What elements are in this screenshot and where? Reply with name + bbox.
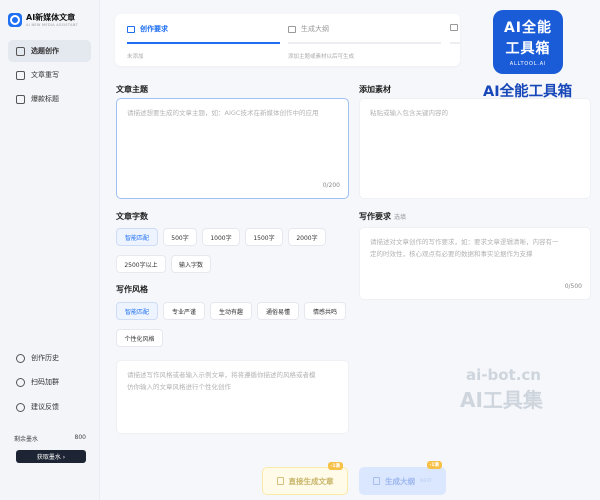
get-ink-button[interactable]: 获取墨水 › [16, 450, 86, 463]
step-progress-active [127, 42, 280, 44]
sidebar-item-label: 创作历史 [31, 354, 59, 362]
watermark-site-name: AI工具集 [460, 388, 543, 412]
direct-generate-label: 直接生成文章 [288, 476, 334, 486]
sidebar-item-topic-creation[interactable]: 选题创作 [8, 40, 91, 62]
title-icon [16, 94, 25, 104]
wordcount-option-2500plus[interactable]: 2500字以上 [116, 255, 166, 273]
cost-badge: -1滴 [327, 462, 343, 470]
style-option-plain[interactable]: 通俗易懂 [257, 302, 299, 320]
style-placeholder: 请描述写作风格或者输入示例文章，将将遵循你描述的风格或者模 [127, 371, 316, 379]
document-icon [127, 25, 135, 33]
logo-line: ALLTOOL.AI [509, 61, 547, 67]
requirement-placeholder: 请描述对文章创作的写作要求，如：要求文章逻辑清晰，内容有一 [370, 238, 559, 246]
style-option-custom[interactable]: 个性化风格 [116, 329, 163, 347]
sidebar: AI新媒体文章 AI NEW MEDIA ASSISTANT 选题创作 文章重写… [0, 0, 100, 500]
step-progress [450, 42, 460, 44]
step-progress [288, 42, 441, 44]
sidebar-item-label: 选题创作 [31, 47, 59, 55]
requirement-hint: 选填 [394, 214, 407, 221]
generate-outline-label: 生成大纲 [385, 476, 416, 486]
outline-icon [373, 477, 381, 485]
brand-name: AI新媒体文章 [26, 13, 76, 22]
cost-badge: -1滴 [426, 461, 442, 469]
style-option-smart[interactable]: 智能匹配 [116, 302, 158, 320]
sidebar-item-label: 建议反馈 [31, 403, 59, 411]
topic-title: 文章主题 [116, 85, 148, 94]
topic-counter: 0/200 [322, 182, 340, 189]
generate-outline-button[interactable]: 生成大纲 NEXT -1滴 [359, 461, 446, 495]
brand-logo-icon [8, 12, 22, 27]
article-icon [450, 24, 458, 31]
sidebar-item-history[interactable]: 创作历史 [8, 347, 91, 369]
step-label: 生成大纲 [301, 25, 329, 33]
requirement-input[interactable]: 请描述对文章创作的写作要求，如：要求文章逻辑清晰，内容有一 定的时效性，核心观点… [359, 227, 591, 300]
material-placeholder: 粘贴或输入包含关键内容的 [370, 109, 448, 117]
watermark-logo: AI全能 工具箱 ALLTOOL.AI [493, 10, 563, 74]
sidebar-item-label: 扫码加群 [31, 378, 59, 386]
style-option-emotional[interactable]: 情感共鸣 [304, 302, 346, 320]
requirement-title: 写作要求 选填 [359, 211, 406, 222]
wordcount-option-1000[interactable]: 1000字 [202, 228, 240, 246]
requirement-label: 写作要求 [359, 212, 391, 221]
document-icon [276, 477, 284, 485]
watermark-caption: AI全能工具箱 [483, 84, 573, 100]
brand-subtitle: AI NEW MEDIA ASSISTANT [26, 23, 79, 27]
sidebar-item-join-group[interactable]: 扫码加群 [8, 371, 91, 393]
ink-quota: 剩余墨水 800 [14, 434, 86, 443]
requirement-counter: 0/500 [564, 283, 582, 290]
style-option-vivid[interactable]: 生动有趣 [210, 302, 252, 320]
grid-icon [16, 46, 25, 56]
material-title: 添加素材 [359, 85, 391, 94]
brand: AI新媒体文章 AI NEW MEDIA ASSISTANT [8, 12, 78, 27]
logo-line: AI全能 [503, 20, 553, 36]
wordcount-option-smart[interactable]: 智能匹配 [116, 228, 158, 246]
sidebar-item-label: 爆款标题 [31, 95, 59, 103]
style-placeholder: 仿你输入的文章风格进行个性化创作 [127, 383, 231, 391]
quota-label: 剩余墨水 [14, 436, 39, 443]
step-label: 创作要求 [140, 25, 168, 33]
sidebar-item-article-rewrite[interactable]: 文章重写 [8, 64, 91, 86]
sidebar-item-label: 文章重写 [31, 71, 59, 79]
rewrite-icon [16, 70, 25, 80]
direct-generate-button[interactable]: 直接生成文章 -1滴 [262, 462, 348, 495]
sidebar-item-feedback[interactable]: 建议反馈 [8, 396, 91, 418]
outline-icon [288, 25, 296, 33]
steps-panel: 创作要求 生成大纲 未添加 添加主题或素材以后可生成 [115, 14, 460, 66]
style-input[interactable]: 请描述写作风格或者输入示例文章，将将遵循你描述的风格或者模 仿你输入的文章风格进… [116, 360, 349, 434]
wordcount-option-500[interactable]: 500字 [163, 228, 197, 246]
topic-placeholder: 请描述想要生成的文章主题，如：AIGC技术在新媒体创作中的应用 [127, 109, 319, 117]
wordcount-option-1500[interactable]: 1500字 [245, 228, 283, 246]
sidebar-item-viral-titles[interactable]: 爆款标题 [8, 88, 91, 110]
step-desc: 未添加 [127, 54, 144, 60]
style-title: 写作风格 [116, 285, 148, 294]
style-option-professional[interactable]: 专业严谨 [163, 302, 205, 320]
quota-value: 800 [74, 434, 86, 441]
topic-input[interactable]: 请描述想要生成的文章主题，如：AIGC技术在新媒体创作中的应用 0/200 [116, 98, 349, 199]
step-requirements[interactable]: 创作要求 [127, 24, 168, 34]
next-tag: NEXT [420, 478, 432, 484]
logo-line: 工具箱 [505, 41, 551, 57]
requirement-placeholder: 定的时效性，核心观点有必要的数据和事实论据作为支撑 [370, 250, 533, 258]
qrcode-icon [16, 377, 25, 387]
step-outline[interactable]: 生成大纲 [288, 24, 329, 34]
wordcount-option-2000[interactable]: 2000字 [288, 228, 326, 246]
step-desc: 添加主题或素材以后可生成 [288, 54, 355, 60]
feedback-icon [16, 402, 25, 412]
clock-icon [16, 353, 25, 363]
material-input[interactable]: 粘贴或输入包含关键内容的 [359, 98, 591, 199]
step-article[interactable] [450, 24, 458, 31]
watermark-site: ai-bot.cn [466, 366, 541, 384]
wordcount-custom-input[interactable]: 输入字数 [171, 255, 211, 273]
wordcount-title: 文章字数 [116, 212, 148, 221]
